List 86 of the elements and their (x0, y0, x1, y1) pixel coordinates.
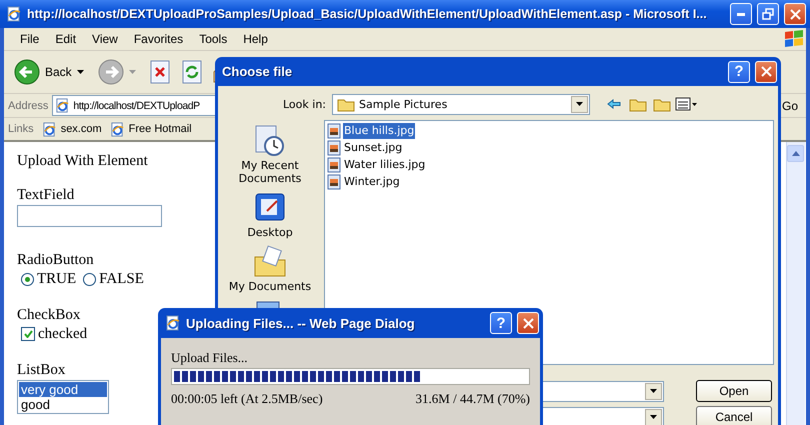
address-label: Address (8, 100, 48, 112)
file-name[interactable]: Water lilies.jpg (343, 157, 426, 173)
close-icon (790, 8, 800, 20)
back-arrow-icon (607, 99, 621, 109)
field-label: CheckBox (17, 306, 80, 324)
menu-item[interactable]: Favorites (126, 32, 192, 46)
status-text: Upload Files... (171, 350, 249, 366)
file-name[interactable]: Winter.jpg (343, 174, 401, 190)
clock-document-icon (253, 124, 287, 158)
transferred-text: 31.6M / 44.7M (70%) (416, 391, 530, 407)
caret-icon (76, 70, 84, 74)
page-icon (42, 122, 57, 136)
list-box[interactable]: very good good (17, 380, 109, 414)
file-name[interactable]: Blue hills.jpg (343, 123, 416, 139)
links-label: Links (8, 123, 34, 135)
help-button[interactable]: ? (490, 312, 512, 334)
image-file-icon (327, 123, 341, 139)
close-button[interactable] (755, 60, 777, 82)
view-menu-icon (675, 97, 697, 111)
page-icon (110, 122, 125, 136)
folder-icon (337, 96, 355, 112)
open-button[interactable]: Open (696, 380, 772, 402)
scrollbar[interactable] (786, 142, 805, 425)
flag-logo-icon (782, 29, 806, 49)
link[interactable]: sex.com (42, 122, 102, 136)
places-item[interactable]: My Recent Documents (225, 124, 315, 185)
close-button[interactable] (517, 312, 539, 334)
go-button[interactable]: Go (776, 98, 802, 112)
menu-item[interactable]: Edit (47, 32, 84, 46)
back-button[interactable]: Back (14, 59, 84, 85)
stop-icon (150, 60, 170, 84)
list-item[interactable]: very good (19, 382, 107, 397)
forward-button[interactable] (98, 59, 136, 85)
text-field[interactable] (17, 205, 162, 227)
radio-label: TRUE (37, 270, 76, 288)
close-icon (522, 318, 534, 328)
file-name[interactable]: Sunset.jpg (343, 140, 404, 156)
image-file-icon (327, 157, 341, 173)
up-caret-icon (792, 151, 800, 156)
dropdown-button[interactable] (645, 382, 662, 400)
checkbox[interactable] (21, 327, 35, 341)
radio-button[interactable] (83, 272, 96, 286)
close-icon (760, 66, 772, 77)
dialog-title: Choose file (222, 64, 294, 79)
menu-item[interactable]: View (84, 32, 126, 46)
link[interactable]: Free Hotmail (110, 122, 192, 136)
list-item[interactable]: good (19, 397, 107, 412)
minimize-button[interactable] (730, 3, 752, 25)
dropdown-button[interactable] (645, 408, 662, 425)
cancel-button[interactable]: Cancel (696, 406, 772, 425)
stop-button[interactable] (150, 60, 170, 84)
page-icon (55, 98, 70, 113)
help-button[interactable]: ? (728, 60, 750, 82)
dropdown-button[interactable] (571, 96, 588, 112)
menu-item[interactable]: Tools (191, 32, 236, 46)
caret-icon (576, 102, 583, 106)
time-left-text: 00:00:05 left (At 2.5MB/sec) (171, 391, 323, 407)
page-icon (165, 315, 181, 331)
radio-button[interactable] (21, 272, 34, 286)
caret-icon (650, 389, 657, 393)
page-icon (6, 6, 22, 22)
radio-label: FALSE (99, 270, 144, 288)
menu-item[interactable]: Help (235, 32, 276, 46)
refresh-icon (182, 60, 202, 84)
field-label: ListBox (17, 361, 66, 379)
restore-button[interactable] (757, 3, 779, 25)
documents-folder-icon (253, 245, 287, 279)
caret-icon (128, 70, 136, 74)
field-label: RadioButton (17, 251, 94, 269)
field-label: TextField (17, 186, 74, 204)
scroll-up-button[interactable] (787, 145, 804, 162)
image-file-icon (327, 140, 341, 156)
page-heading: Upload With Element (17, 152, 148, 170)
minimize-icon (737, 12, 745, 16)
close-button[interactable] (784, 3, 806, 25)
menu-item[interactable]: File (12, 32, 48, 46)
window-title: http://localhost/DEXTUploadProSamples/Upload_Basic/UploadWithElement/UploadWithElement.asp - Microsoft I... (27, 7, 708, 21)
look-in-dropdown[interactable]: Sample Pictures (332, 94, 590, 114)
places-item[interactable]: My Documents (225, 245, 315, 293)
checkbox-label: checked (38, 325, 88, 343)
look-in-label: Look in: (282, 98, 327, 110)
caret-icon (650, 415, 657, 419)
refresh-button[interactable] (182, 60, 202, 84)
places-item[interactable]: Desktop (225, 191, 315, 239)
restore-icon (762, 8, 774, 20)
image-file-icon (327, 174, 341, 190)
